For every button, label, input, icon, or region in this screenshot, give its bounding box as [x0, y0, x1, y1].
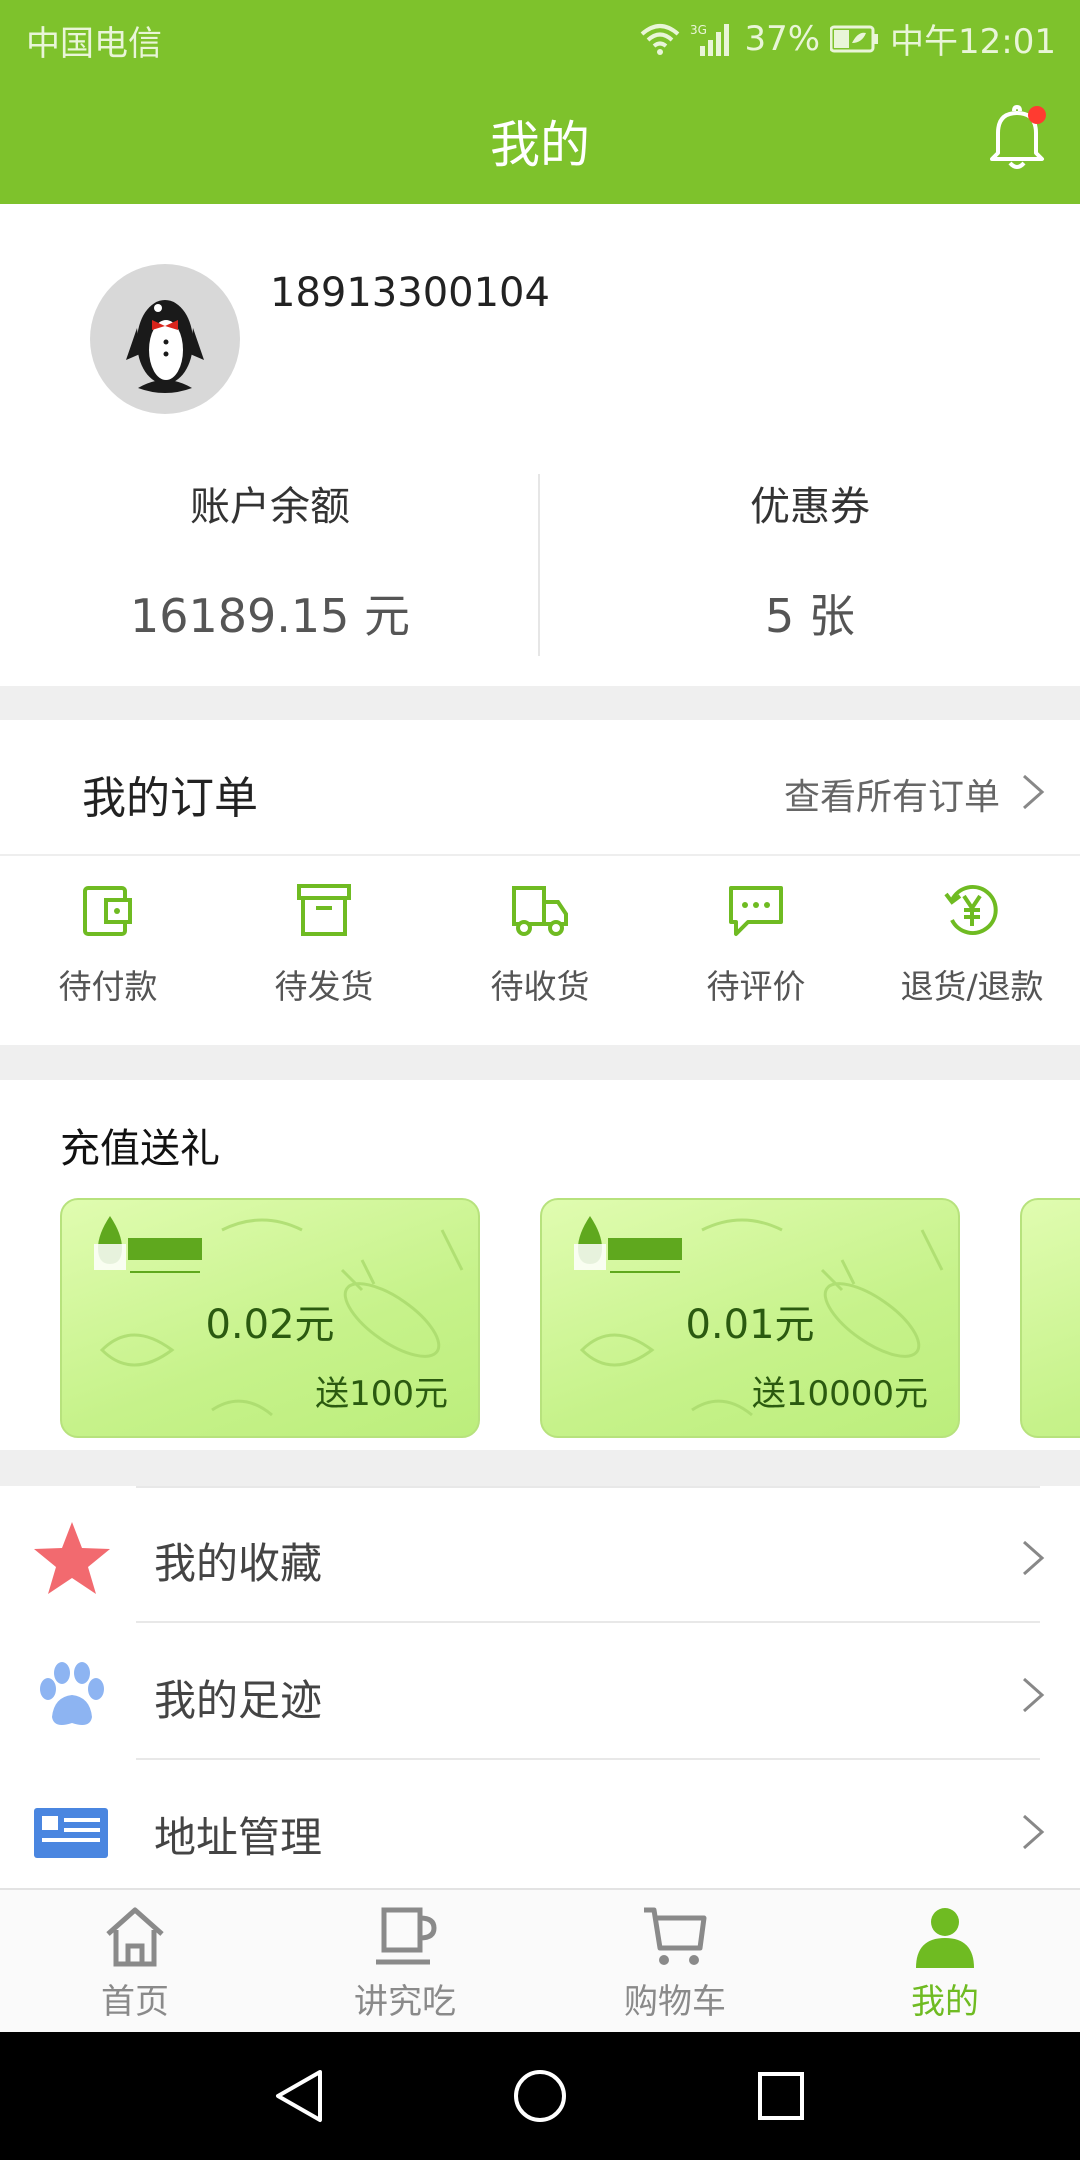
comment-icon	[729, 886, 783, 936]
cart-icon	[644, 1907, 707, 1965]
notification-bell-icon[interactable]	[984, 103, 1050, 173]
avatar[interactable]	[90, 264, 240, 414]
menu-list: 我的收藏 我的足迹 地址管理	[0, 1486, 1080, 1890]
carrier-name: 中国电信	[26, 24, 162, 64]
balance-value: 16189.15 元	[129, 589, 411, 643]
order-item-label: 待付款	[58, 967, 158, 1006]
status-icons: 3G 37% 中午12:01	[640, 14, 1056, 63]
brand-logo-icon	[94, 1216, 202, 1273]
tab-mine[interactable]: 我的	[810, 1890, 1080, 2032]
chevron-right-icon	[1023, 1677, 1045, 1713]
chevron-right-icon	[1023, 1814, 1045, 1850]
recharge-card-partial[interactable]	[1020, 1198, 1080, 1438]
orders-header[interactable]: 我的订单 查看所有订单	[0, 720, 1080, 856]
recharge-section: 充值送礼 0.02元 送100元 0.01元 送10000元	[0, 1080, 1080, 1450]
tab-label: 我的	[911, 1982, 979, 2022]
order-refund[interactable]: 退货/退款	[864, 880, 1080, 1008]
battery-icon	[830, 25, 879, 52]
profile-section: 18913300104 账户余额 16189.15 元 优惠券 5 张	[0, 204, 1080, 686]
recharge-title: 充值送礼	[60, 1126, 220, 1172]
battery-percent: 37%	[744, 18, 821, 59]
tab-label: 首页	[101, 1982, 169, 2022]
order-pending-receipt[interactable]: 待收货	[432, 880, 648, 1008]
menu-item-label: 我的收藏	[154, 1539, 323, 1588]
order-item-label: 待发货	[274, 967, 374, 1006]
recharge-gift: 送100元	[315, 1374, 448, 1414]
balance-label: 账户余额	[190, 484, 350, 530]
coupon-label: 优惠券	[750, 484, 870, 530]
view-all-orders-link[interactable]: 查看所有订单	[784, 768, 1000, 820]
order-pending-review[interactable]: 待评价	[648, 880, 864, 1008]
order-item-label: 待收货	[490, 967, 590, 1006]
user-phone: 18913300104	[270, 270, 550, 316]
menu-item-label: 地址管理	[154, 1813, 323, 1862]
orders-title: 我的订单	[82, 773, 258, 824]
system-nav-bar	[0, 2032, 1080, 2160]
paw-icon	[40, 1662, 104, 1725]
order-item-label: 待评价	[706, 967, 806, 1006]
wifi-icon	[641, 23, 680, 55]
signal-icon: 3G	[690, 23, 730, 56]
menu-item-favorites[interactable]: 我的收藏	[0, 1486, 1080, 1623]
menu-item-footprints[interactable]: 我的足迹	[0, 1623, 1080, 1760]
home-circle-icon[interactable]	[512, 2066, 568, 2126]
page-title: 我的	[490, 116, 590, 174]
coupon-value: 5 张	[765, 589, 855, 643]
user-icon	[916, 1908, 974, 1968]
recents-icon[interactable]	[754, 2066, 808, 2126]
chevron-right-icon	[1023, 774, 1045, 810]
address-card-icon	[34, 1808, 108, 1858]
back-icon[interactable]	[272, 2066, 326, 2126]
tab-label: 购物车	[624, 1982, 726, 2022]
status-bar: 中国电信 3G 37% 中午12:01	[0, 0, 1080, 75]
order-pending-payment[interactable]: 待付款	[0, 880, 216, 1008]
star-icon	[34, 1522, 110, 1594]
clock: 中午12:01	[890, 22, 1056, 62]
bottom-tab-bar: 首页 讲究吃 购物车 我的	[0, 1888, 1080, 2032]
tab-cart[interactable]: 购物车	[540, 1890, 810, 2032]
recharge-card[interactable]: 0.01元 送10000元	[540, 1198, 960, 1438]
tab-eat[interactable]: 讲究吃	[270, 1890, 540, 2032]
cup-icon	[376, 1907, 437, 1965]
balance-stat[interactable]: 账户余额 16189.15 元	[0, 474, 540, 646]
home-icon	[106, 1907, 164, 1967]
order-item-label: 退货/退款	[900, 967, 1044, 1006]
menu-item-label: 我的足迹	[154, 1676, 323, 1725]
order-pending-shipment[interactable]: 待发货	[216, 880, 432, 1008]
app-header: 我的	[0, 75, 1080, 204]
order-status-list: 待付款 待发货 待收货 待评价 退货/退款	[0, 880, 1080, 1008]
tab-home[interactable]: 首页	[0, 1890, 270, 2032]
recharge-amount: 0.02元	[205, 1302, 335, 1348]
box-icon	[297, 884, 351, 936]
brand-logo-icon	[574, 1216, 682, 1273]
tab-label: 讲究吃	[354, 1982, 456, 2022]
chevron-right-icon	[1023, 1540, 1045, 1576]
wallet-icon	[83, 886, 132, 936]
recharge-gift: 送10000元	[751, 1374, 928, 1414]
coupon-stat[interactable]: 优惠券 5 张	[540, 474, 1080, 646]
orders-section: 我的订单 查看所有订单 待付款 待发货 待收货 待评价 退货/退款	[0, 720, 1080, 1045]
truck-icon	[512, 886, 568, 936]
recharge-card[interactable]: 0.02元 送100元	[60, 1198, 480, 1438]
svg-text:3G: 3G	[690, 23, 707, 37]
menu-item-address[interactable]: 地址管理	[0, 1760, 1080, 1897]
refund-yen-icon	[944, 885, 998, 935]
penguin-avatar-icon	[126, 300, 204, 393]
recharge-amount: 0.01元	[685, 1302, 815, 1348]
